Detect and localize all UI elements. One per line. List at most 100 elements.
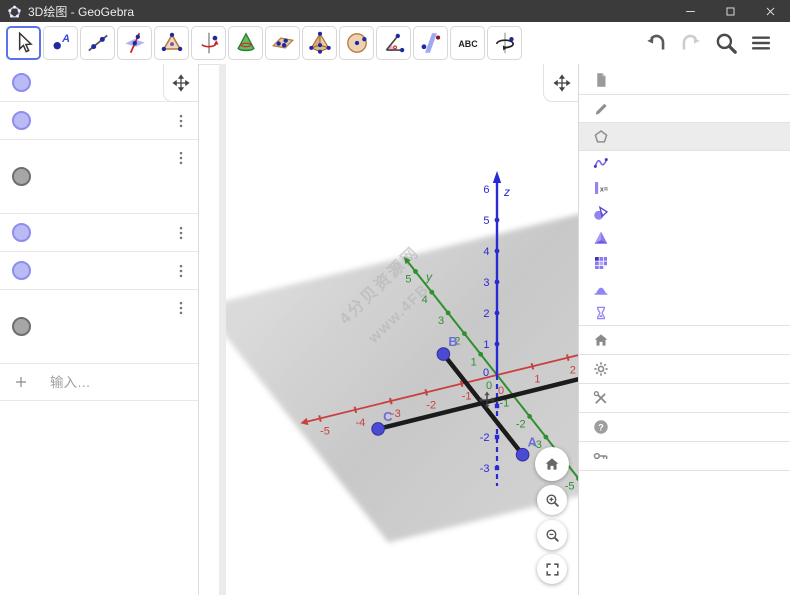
tool-move-button[interactable] — [6, 26, 41, 60]
geogebra-logo — [7, 4, 22, 19]
sphere-icon — [344, 30, 370, 56]
tool-rotate-view-button[interactable] — [487, 26, 522, 60]
zoom-in-icon — [544, 492, 561, 509]
svg-text:6: 6 — [483, 184, 489, 196]
zoom-out-icon — [544, 527, 561, 544]
svg-text:ABC: ABC — [458, 39, 478, 49]
graphics-view-drag-handle[interactable] — [543, 64, 578, 102]
minimize-button[interactable] — [670, 0, 710, 22]
svg-text:-5: -5 — [320, 426, 330, 438]
geogebra-window: 3D绘图 - GeoGebra AABC 4分贝资源网www.4FB-5-4-3… — [0, 0, 790, 595]
cone-icon — [233, 30, 259, 56]
rotation-icon — [196, 30, 222, 56]
menu-item-2[interactable] — [579, 94, 790, 122]
main-menu-panel: x=? — [578, 64, 790, 595]
perspectives-icon — [592, 128, 610, 146]
undo-icon — [643, 30, 669, 56]
menu-item-11[interactable] — [579, 325, 790, 354]
panel-splitter[interactable] — [219, 64, 226, 595]
tool-cone-button[interactable] — [228, 26, 263, 60]
title-bar[interactable]: 3D绘图 - GeoGebra — [0, 0, 790, 22]
svg-text:-3: -3 — [480, 463, 490, 475]
zoom-out-button[interactable] — [537, 520, 567, 550]
menu-item-10[interactable] — [579, 300, 790, 325]
row-menu-button[interactable] — [172, 109, 194, 133]
undo-button[interactable] — [643, 30, 669, 56]
algebra-row[interactable] — [0, 214, 198, 252]
menu-item-13[interactable] — [579, 383, 790, 412]
3d-scene[interactable]: 4分贝资源网www.4FB-5-4-3-2-112y54321-1-2-3-5z… — [226, 64, 578, 595]
toolbar: A ABC — [0, 22, 790, 65]
search-button[interactable] — [713, 30, 739, 56]
tool-plane-through-points-button[interactable] — [265, 26, 300, 60]
point-label-C: C — [383, 409, 393, 424]
algebra-panel-drag-handle[interactable] — [163, 64, 198, 102]
tool-rotate-around-line-button[interactable] — [191, 26, 226, 60]
svg-text:1: 1 — [471, 356, 477, 368]
graphics-3d-view[interactable]: 4分贝资源网www.4FB-5-4-3-2-112y54321-1-2-3-5z… — [226, 64, 578, 595]
visibility-toggle[interactable] — [12, 223, 31, 242]
svg-text:3: 3 — [438, 315, 444, 327]
menu-item-4[interactable] — [579, 150, 790, 175]
menu-item-15[interactable] — [579, 441, 790, 470]
zoom-in-button[interactable] — [537, 485, 567, 515]
svg-text:-5: -5 — [565, 481, 575, 493]
algebra-input[interactable] — [48, 374, 172, 391]
point-B[interactable] — [437, 348, 450, 361]
menu-item-5[interactable]: x= — [579, 175, 790, 200]
redo-button[interactable] — [678, 30, 704, 56]
menu-item-8[interactable] — [579, 250, 790, 275]
row-menu-button[interactable] — [172, 259, 194, 283]
tool-angle-button[interactable] — [376, 26, 411, 60]
tool-polygon-button[interactable] — [154, 26, 189, 60]
algebra-row[interactable] — [0, 140, 198, 214]
point-A[interactable] — [516, 448, 529, 461]
text-icon: ABC — [455, 30, 481, 56]
home-button[interactable] — [535, 447, 569, 481]
tool-line-button[interactable] — [80, 26, 115, 60]
svg-text:?: ? — [598, 422, 604, 432]
menu-item-3[interactable] — [579, 122, 790, 150]
pyramid-icon — [307, 30, 333, 56]
tool-reflect-about-plane-button[interactable] — [413, 26, 448, 60]
row-menu-button[interactable] — [172, 296, 194, 320]
menu-item-9[interactable] — [579, 275, 790, 300]
menu-item-1[interactable] — [579, 66, 790, 94]
point-C[interactable] — [372, 423, 385, 436]
visibility-toggle[interactable] — [12, 317, 31, 336]
menu-item-6[interactable] — [579, 200, 790, 225]
tool-intersect-plane-button[interactable] — [117, 26, 152, 60]
triangle-points-icon — [159, 30, 185, 56]
file-icon — [592, 71, 610, 89]
tool-pyramid-button[interactable] — [302, 26, 337, 60]
kebab-icon — [172, 112, 190, 130]
fullscreen-button[interactable] — [537, 554, 567, 584]
tool-point-button[interactable]: A — [43, 26, 78, 60]
rotate-view-icon — [492, 30, 518, 56]
fullscreen-icon — [544, 561, 561, 578]
tool-sphere-button[interactable] — [339, 26, 374, 60]
plane-points-icon — [270, 30, 296, 56]
visibility-toggle[interactable] — [12, 261, 31, 280]
row-menu-button[interactable] — [172, 146, 194, 170]
visibility-toggle[interactable] — [12, 73, 31, 92]
kebab-icon — [172, 299, 190, 317]
menu-button[interactable] — [748, 30, 774, 56]
search-icon — [713, 30, 739, 56]
menu-item-14[interactable]: ? — [579, 412, 790, 441]
tool-text-button[interactable]: ABC — [450, 26, 485, 60]
menu-item-12[interactable] — [579, 354, 790, 383]
close-button[interactable] — [750, 0, 790, 22]
visibility-toggle[interactable] — [12, 111, 31, 130]
svg-text:3: 3 — [483, 277, 489, 289]
maximize-button[interactable] — [710, 0, 750, 22]
add-input-icon — [13, 374, 29, 390]
algebra-row[interactable] — [0, 252, 198, 290]
svg-text:5: 5 — [405, 274, 411, 286]
visibility-toggle[interactable] — [12, 167, 31, 186]
svg-text:-2: -2 — [480, 432, 490, 444]
menu-item-7[interactable] — [579, 225, 790, 250]
row-menu-button[interactable] — [172, 221, 194, 245]
algebra-row[interactable] — [0, 102, 198, 140]
algebra-row[interactable] — [0, 290, 198, 364]
